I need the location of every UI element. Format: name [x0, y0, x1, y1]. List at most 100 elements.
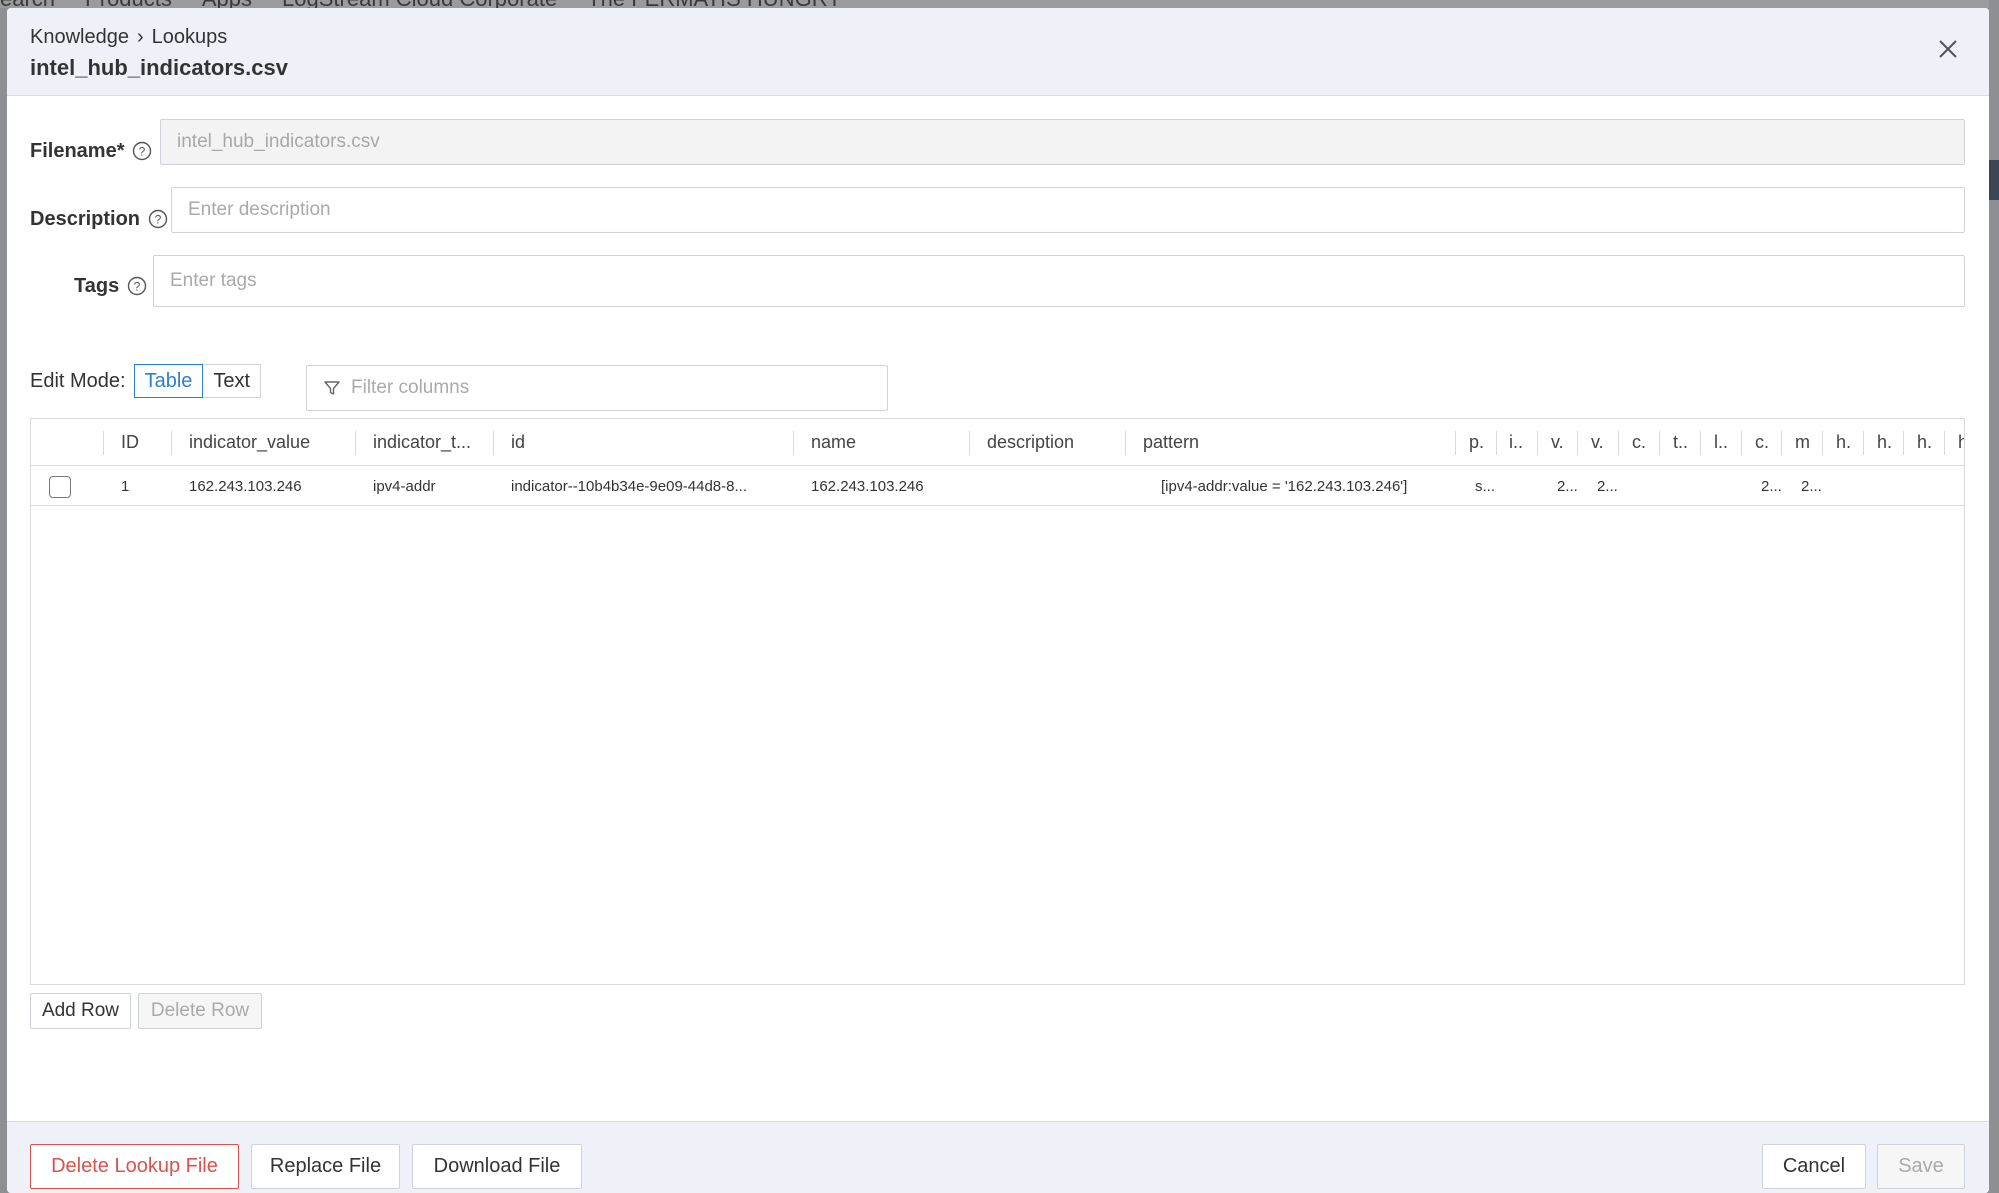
- table-cell[interactable]: [1679, 466, 1703, 506]
- delete-lookup-file-button[interactable]: Delete Lookup File: [30, 1144, 239, 1189]
- table-cell[interactable]: 162.243.103.246: [811, 466, 961, 506]
- table-cell[interactable]: [1638, 466, 1662, 506]
- column-separator[interactable]: [969, 431, 970, 455]
- help-icon[interactable]: ?: [127, 276, 147, 296]
- table-cell[interactable]: ipv4-addr: [373, 466, 485, 506]
- description-row: Description ?: [30, 196, 168, 242]
- filter-columns-input[interactable]: [349, 376, 849, 400]
- breadcrumb-knowledge[interactable]: Knowledge: [30, 26, 129, 49]
- column-separator[interactable]: [1577, 431, 1578, 455]
- column-separator[interactable]: [1863, 431, 1864, 455]
- column-separator[interactable]: [1944, 431, 1945, 455]
- table-cell[interactable]: indicator--10b4b34e-9e09-44d8-8...: [511, 466, 781, 506]
- close-button[interactable]: [1935, 36, 1961, 62]
- background-nav-item: earch: [0, 0, 55, 8]
- edit-mode-table-button[interactable]: Table: [133, 364, 204, 398]
- column-separator[interactable]: [355, 431, 356, 455]
- table-cell[interactable]: [1515, 466, 1539, 506]
- column-separator[interactable]: [1537, 431, 1538, 455]
- table-cell[interactable]: 2...: [1801, 466, 1825, 506]
- table-cell[interactable]: 2...: [1761, 466, 1785, 506]
- svg-text:?: ?: [134, 280, 141, 294]
- filename-row: Filename* ?: [30, 128, 152, 174]
- table-cell[interactable]: 162.243.103.246: [189, 466, 349, 506]
- column-separator[interactable]: [1455, 431, 1456, 455]
- column-separator[interactable]: [171, 431, 172, 455]
- column-separator[interactable]: [1903, 431, 1904, 455]
- column-header[interactable]: i..: [1509, 419, 1533, 466]
- background-nav-item: Products: [85, 0, 172, 8]
- table-cell[interactable]: 2...: [1557, 466, 1581, 506]
- column-header[interactable]: l..: [1714, 419, 1738, 466]
- background-sidebar-block: [1989, 160, 1999, 200]
- column-header[interactable]: p.: [1469, 419, 1493, 466]
- help-icon[interactable]: ?: [132, 141, 152, 161]
- column-header[interactable]: ID: [121, 419, 161, 466]
- column-header[interactable]: v.: [1551, 419, 1575, 466]
- tags-input[interactable]: [153, 255, 1965, 307]
- column-header[interactable]: indicator_value: [189, 419, 349, 466]
- column-header[interactable]: h.: [1836, 419, 1860, 466]
- column-separator[interactable]: [1781, 431, 1782, 455]
- table-cell[interactable]: 2...: [1597, 466, 1621, 506]
- column-separator[interactable]: [1659, 431, 1660, 455]
- table-cell[interactable]: [1883, 466, 1907, 506]
- column-header[interactable]: m: [1795, 419, 1819, 466]
- filter-columns-field[interactable]: [306, 365, 888, 411]
- column-header[interactable]: t..: [1673, 419, 1697, 466]
- table-cell[interactable]: 1: [121, 466, 161, 506]
- table-cell[interactable]: [1923, 466, 1947, 506]
- column-header[interactable]: h.: [1917, 419, 1941, 466]
- save-button[interactable]: Save: [1877, 1144, 1965, 1189]
- edit-mode-label: Edit Mode:: [30, 369, 126, 392]
- column-header[interactable]: name: [811, 419, 961, 466]
- download-file-button[interactable]: Download File: [412, 1144, 582, 1189]
- table-cell[interactable]: [ipv4-addr:value = '162.243.103.246']: [1161, 466, 1451, 506]
- column-separator[interactable]: [793, 431, 794, 455]
- table-cell[interactable]: [1961, 466, 1964, 506]
- column-separator[interactable]: [1822, 431, 1823, 455]
- table-cell[interactable]: [1720, 466, 1744, 506]
- table-cell[interactable]: [987, 466, 1117, 506]
- table-row[interactable]: 1 162.243.103.246 ipv4-addr indicator--1…: [31, 466, 1964, 506]
- column-header[interactable]: v.: [1591, 419, 1615, 466]
- cancel-button[interactable]: Cancel: [1762, 1144, 1866, 1189]
- background-nav: earch Products Apps LogStream Cloud Corp…: [0, 0, 842, 8]
- svg-text:?: ?: [155, 213, 162, 227]
- edit-mode-control: Edit Mode: Table Text: [30, 364, 262, 398]
- column-header[interactable]: h.: [1877, 419, 1901, 466]
- column-header[interactable]: id: [511, 419, 711, 466]
- description-input[interactable]: [171, 187, 1965, 233]
- delete-row-button[interactable]: Delete Row: [138, 993, 262, 1029]
- modal-footer: Delete Lookup File Replace File Download…: [7, 1121, 1989, 1193]
- column-separator[interactable]: [1496, 431, 1497, 455]
- help-icon[interactable]: ?: [148, 209, 168, 229]
- lookup-file-modal: Knowledge › Lookups intel_hub_indicators…: [7, 8, 1989, 1193]
- column-header[interactable]: pattern: [1143, 419, 1343, 466]
- row-select-checkbox[interactable]: [49, 476, 71, 498]
- filename-label: Filename*: [30, 139, 125, 162]
- table-cell[interactable]: [1842, 466, 1866, 506]
- column-header[interactable]: indicator_t...: [373, 419, 485, 466]
- edit-mode-text-button[interactable]: Text: [202, 364, 262, 398]
- column-header[interactable]: h: [1958, 419, 1964, 466]
- add-row-button[interactable]: Add Row: [30, 993, 131, 1029]
- filter-icon: [324, 381, 340, 395]
- modal-header: Knowledge › Lookups intel_hub_indicators…: [7, 8, 1989, 96]
- column-separator[interactable]: [1700, 431, 1701, 455]
- column-header[interactable]: c.: [1755, 419, 1779, 466]
- replace-file-button[interactable]: Replace File: [251, 1144, 400, 1189]
- column-separator[interactable]: [1741, 431, 1742, 455]
- tags-row: Tags ?: [74, 263, 147, 309]
- page-title: intel_hub_indicators.csv: [30, 55, 288, 80]
- table-cell[interactable]: s...: [1475, 466, 1499, 506]
- breadcrumb-lookups[interactable]: Lookups: [152, 26, 228, 49]
- column-separator[interactable]: [1618, 431, 1619, 455]
- filename-input[interactable]: [160, 119, 1965, 165]
- column-separator[interactable]: [493, 431, 494, 455]
- column-header[interactable]: c.: [1632, 419, 1656, 466]
- breadcrumb: Knowledge › Lookups: [30, 26, 1989, 49]
- column-header[interactable]: description: [987, 419, 1117, 466]
- column-separator[interactable]: [103, 431, 104, 455]
- column-separator[interactable]: [1125, 431, 1126, 455]
